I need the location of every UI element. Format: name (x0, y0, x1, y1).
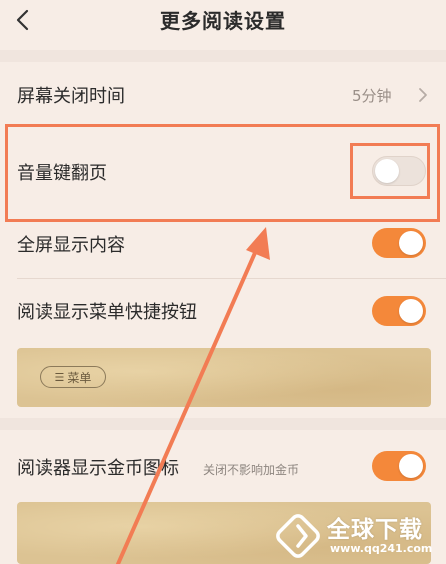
watermark-url: www.qq241.com (330, 542, 433, 555)
annotation-arrow (116, 227, 270, 564)
watermark-logo (276, 514, 320, 558)
watermark-title: 全球下载 (327, 517, 423, 543)
